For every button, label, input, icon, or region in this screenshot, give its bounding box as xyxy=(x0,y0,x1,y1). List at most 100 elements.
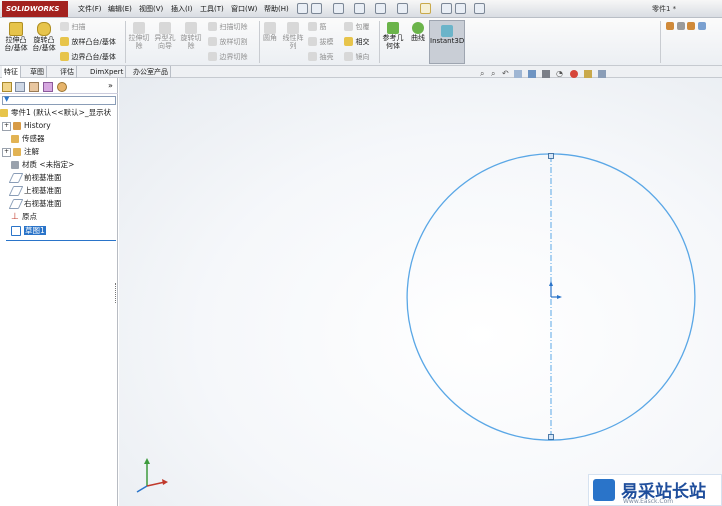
fillet-label: 圆角 xyxy=(263,34,277,42)
tree-item-top-plane[interactable]: 上视基准面 xyxy=(8,184,62,197)
menu-tools[interactable]: 工具(T) xyxy=(200,4,224,16)
menu-file[interactable]: 文件(F) xyxy=(78,4,102,16)
draft-button[interactable]: 拔模 xyxy=(308,37,338,46)
display-style-icon[interactable] xyxy=(542,70,550,78)
tree-filter-field[interactable]: ▼ xyxy=(2,95,116,105)
lofted-cut-button[interactable]: 放样切割 xyxy=(208,37,258,46)
wrap-label: 包覆 xyxy=(355,23,370,31)
options-icon[interactable] xyxy=(474,3,485,14)
new-document-icon[interactable] xyxy=(311,3,322,14)
menu-view[interactable]: 视图(V) xyxy=(139,4,163,16)
tab-sketch[interactable]: 草图 xyxy=(28,66,47,78)
sweep-button[interactable]: 扫描 xyxy=(60,22,122,34)
revolve-cut-icon xyxy=(185,22,197,34)
hole-wizard-button[interactable]: 异型孔向导 xyxy=(154,22,176,50)
pin-icon[interactable] xyxy=(297,3,308,14)
instant3d-icon xyxy=(441,25,453,37)
zoom-to-fit-icon[interactable]: ⌕ xyxy=(480,69,484,79)
display-manager-tab-icon[interactable] xyxy=(57,82,67,92)
property-manager-tab-icon[interactable] xyxy=(15,82,25,92)
select-icon[interactable] xyxy=(420,3,431,14)
open-icon[interactable] xyxy=(333,3,344,14)
menu-help[interactable]: 帮助(H) xyxy=(264,4,289,16)
section-view-icon[interactable] xyxy=(514,70,522,78)
tree-item-sensors[interactable]: 传感器 xyxy=(11,132,45,145)
menu-insert[interactable]: 插入(I) xyxy=(171,4,193,16)
sketch-canvas[interactable] xyxy=(119,78,722,506)
endpoint-top[interactable] xyxy=(548,153,554,159)
tree-item-origin[interactable]: ⊥ 原点 xyxy=(11,210,37,223)
design-library-icon[interactable] xyxy=(666,22,674,30)
rebuild-icon[interactable] xyxy=(441,3,452,14)
watermark-logo-icon xyxy=(593,479,615,501)
zoom-to-area-icon[interactable]: ⌕ xyxy=(491,69,495,79)
tree-item-front-plane[interactable]: 前视基准面 xyxy=(8,171,62,184)
feature-manager-tab-icon[interactable] xyxy=(2,82,12,92)
task-pane-icons[interactable] xyxy=(666,22,720,32)
intersect-icon xyxy=(344,37,353,46)
tree-item-sketch1[interactable]: 草图1 xyxy=(11,224,46,237)
plane-icon xyxy=(8,186,24,196)
linear-pattern-button[interactable]: 线性阵列 xyxy=(282,22,304,50)
sketch-ellipse[interactable] xyxy=(370,117,722,478)
intersect-button[interactable]: 相交 xyxy=(344,37,378,46)
extrude-boss-button[interactable]: 拉伸凸台/基体 xyxy=(3,22,29,52)
revolve-boss-button[interactable]: 旋转凸台/基体 xyxy=(31,22,57,52)
boundary-cut-button[interactable]: 边界切除 xyxy=(208,52,258,61)
shell-button[interactable]: 抽壳 xyxy=(308,52,338,61)
origin-icon: ⊥ xyxy=(11,212,19,222)
hide-show-items-icon[interactable]: ◔ xyxy=(556,69,563,78)
rib-button[interactable]: 筋 xyxy=(308,22,338,31)
menu-edit[interactable]: 编辑(E) xyxy=(108,4,132,16)
expand-icon[interactable]: + xyxy=(2,147,11,157)
save-icon[interactable] xyxy=(354,3,365,14)
fillet-icon xyxy=(264,22,276,34)
endpoint-bottom[interactable] xyxy=(548,434,554,440)
instant3d-button[interactable]: Instant3D xyxy=(429,20,465,64)
undo-icon[interactable] xyxy=(397,3,408,14)
tab-dimxpert[interactable]: DimXpert xyxy=(88,66,127,78)
tree-item-annotations[interactable]: + 注解 xyxy=(2,145,39,158)
edit-appearance-icon[interactable] xyxy=(570,70,578,78)
print-icon[interactable] xyxy=(375,3,386,14)
rollback-bar[interactable] xyxy=(6,240,116,241)
configuration-manager-tab-icon[interactable] xyxy=(29,82,39,92)
rib-icon xyxy=(308,22,317,31)
tree-root-part[interactable]: 零件1 (默认<<默认>_显示状 xyxy=(0,106,111,119)
tree-item-right-plane[interactable]: 右视基准面 xyxy=(8,197,62,210)
view-settings-icon[interactable] xyxy=(598,70,606,78)
curves-button[interactable]: 曲线 xyxy=(408,22,428,42)
wrap-button[interactable]: 包覆 xyxy=(344,22,378,31)
expand-icon[interactable]: + xyxy=(2,121,11,131)
tab-office-products[interactable]: 办公室产品 xyxy=(131,66,171,78)
appearances-icon[interactable] xyxy=(687,22,696,30)
extrude-cut-button[interactable]: 拉伸切除 xyxy=(128,22,150,50)
tree-item-material[interactable]: 材质 <未指定> xyxy=(11,158,74,171)
reference-geometry-icon xyxy=(387,22,399,34)
reference-geometry-button[interactable]: 参考几何体 xyxy=(381,22,405,50)
previous-view-icon[interactable]: ↶ xyxy=(502,69,509,78)
boundary-boss-button[interactable]: 边界凸台/基体 xyxy=(60,52,122,64)
view-orientation-icon[interactable] xyxy=(528,70,536,78)
tab-evaluate[interactable]: 评估 xyxy=(58,66,77,78)
tree-item-history[interactable]: + History xyxy=(2,119,51,132)
apply-scene-icon[interactable] xyxy=(584,70,592,78)
draft-label: 拔模 xyxy=(319,38,334,46)
mirror-label: 镜向 xyxy=(355,53,370,61)
file-properties-icon[interactable] xyxy=(455,3,466,14)
history-icon xyxy=(13,122,21,130)
revolve-cut-button[interactable]: 旋转切除 xyxy=(180,22,202,50)
tab-features[interactable]: 特征 xyxy=(2,66,21,78)
custom-properties-icon[interactable] xyxy=(697,22,706,30)
menu-window[interactable]: 窗口(W) xyxy=(231,4,257,16)
fillet-button[interactable]: 圆角 xyxy=(261,22,279,42)
hole-wizard-icon xyxy=(159,22,171,34)
expand-panel-icon[interactable]: » xyxy=(108,81,113,90)
loft-button[interactable]: 放样凸台/基体 xyxy=(60,37,122,49)
graphics-area[interactable] xyxy=(119,78,722,506)
file-explorer-icon[interactable] xyxy=(676,22,685,30)
swept-cut-button[interactable]: 扫描切除 xyxy=(208,22,258,31)
solidworks-logo: SOLIDWORKS xyxy=(2,1,68,17)
dimxpert-manager-tab-icon[interactable] xyxy=(43,82,53,92)
mirror-button[interactable]: 镜向 xyxy=(344,52,378,61)
